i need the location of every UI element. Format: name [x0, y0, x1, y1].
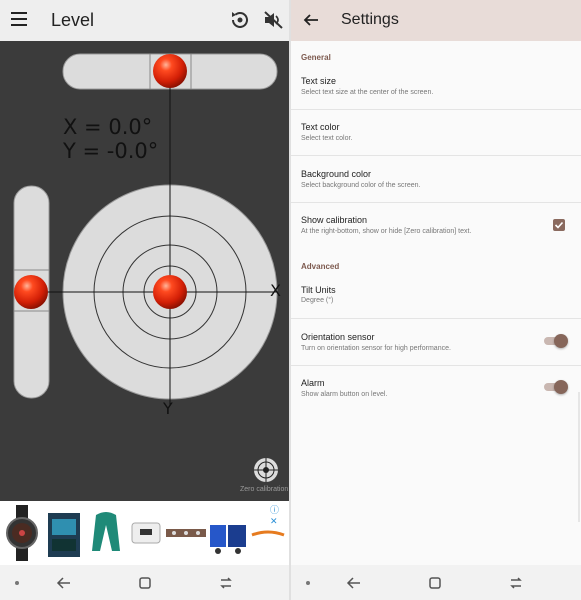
y-axis-label: Y	[163, 399, 173, 418]
pref-summary: Select text size at the center of the sc…	[301, 89, 434, 96]
nav-bar-right	[291, 565, 581, 600]
ad-image-machine[interactable]	[208, 505, 248, 561]
pref-tilt-units[interactable]: Tilt Units Degree (°)	[291, 273, 581, 319]
pref-summary: Show alarm button on level.	[301, 391, 388, 398]
zero-calibration-label: Zero calibration	[240, 486, 289, 493]
pref-title: Text size	[301, 76, 337, 86]
pref-title: Background color	[301, 169, 372, 179]
ad-image-scale[interactable]	[126, 505, 166, 561]
calibration-reset-icon[interactable]	[229, 9, 251, 31]
category-advanced: Advanced	[301, 262, 340, 271]
nav-bar-left	[0, 565, 289, 600]
target-icon	[253, 457, 279, 483]
pref-title: Show calibration	[301, 215, 368, 225]
pref-title: Alarm	[301, 378, 325, 388]
app-title: Level	[51, 10, 95, 30]
level-screen: Level X = 0.0° Y = -0.0° X Y Zero calibr…	[0, 0, 289, 600]
center-bubble	[153, 275, 187, 309]
pref-title: Tilt Units	[301, 285, 336, 295]
zero-calibration-button[interactable]: Zero calibration	[240, 457, 289, 497]
level-app-bar: Level	[0, 0, 289, 41]
ad-image-scarf[interactable]	[86, 505, 126, 561]
vertical-bubble	[14, 275, 48, 309]
pref-background-color[interactable]: Background color Select background color…	[291, 156, 581, 203]
horizontal-bubble	[153, 54, 187, 88]
orientation-sensor-toggle[interactable]	[544, 334, 568, 348]
hamburger-menu-icon[interactable]	[11, 12, 27, 28]
pref-summary: At the right-bottom, show or hide [Zero …	[301, 228, 472, 235]
category-general: General	[301, 53, 331, 62]
settings-title: Settings	[341, 11, 399, 28]
show-calibration-checkbox[interactable]	[553, 219, 565, 231]
nav-back-icon[interactable]	[346, 575, 362, 591]
pref-summary: Select background color of the screen.	[301, 182, 421, 189]
pref-title: Text color	[301, 122, 340, 132]
pref-summary: Degree (°)	[301, 297, 334, 304]
ad-image-device[interactable]	[44, 505, 84, 561]
pref-orientation-sensor[interactable]: Orientation sensor Turn on orientation s…	[291, 319, 581, 366]
pref-show-calibration[interactable]: Show calibration At the right-bottom, sh…	[291, 203, 581, 249]
pref-summary: Turn on orientation sensor for high perf…	[301, 345, 451, 352]
alarm-toggle[interactable]	[544, 380, 568, 394]
nav-home-icon[interactable]	[427, 575, 443, 591]
x-angle-readout: X = 0.0°	[63, 115, 153, 139]
level-canvas	[13, 53, 278, 406]
nav-dot-icon	[306, 581, 310, 585]
nav-back-icon[interactable]	[56, 575, 72, 591]
scrollbar[interactable]	[578, 392, 580, 522]
ad-banner[interactable]: ⓘ ✕	[0, 501, 289, 565]
pref-summary: Select text color.	[301, 135, 353, 142]
pref-text-size[interactable]: Text size Select text size at the center…	[291, 64, 581, 110]
pref-title: Orientation sensor	[301, 332, 375, 342]
ad-choices-icon[interactable]: ⓘ ✕	[270, 503, 289, 527]
ad-image-watch[interactable]	[2, 505, 42, 561]
ad-image-tool[interactable]	[166, 505, 206, 561]
settings-app-bar: Settings	[291, 0, 581, 41]
nav-dot-icon	[15, 581, 19, 585]
sound-muted-icon[interactable]	[262, 9, 284, 31]
back-arrow-icon[interactable]	[302, 11, 320, 29]
pref-alarm[interactable]: Alarm Show alarm button on level.	[291, 366, 581, 412]
nav-recents-icon[interactable]	[508, 575, 524, 591]
nav-home-icon[interactable]	[137, 575, 153, 591]
x-axis-label: X	[270, 281, 281, 300]
settings-screen: Settings General Text size Select text s…	[291, 0, 581, 565]
pref-text-color[interactable]: Text color Select text color.	[291, 110, 581, 156]
nav-recents-icon[interactable]	[218, 575, 234, 591]
y-angle-readout: Y = -0.0°	[63, 139, 159, 163]
